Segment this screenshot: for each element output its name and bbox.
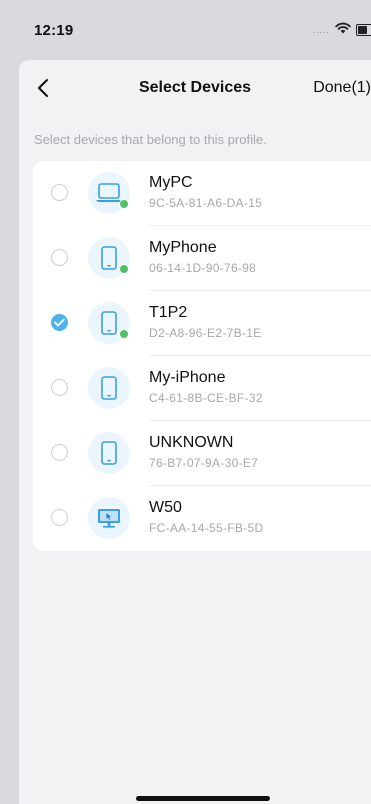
device-name: T1P2: [149, 304, 188, 321]
device-name: UNKNOWN: [149, 434, 234, 451]
device-name: MyPhone: [149, 239, 217, 256]
radio-button[interactable]: [51, 249, 68, 266]
device-mac: 76-B7-07-9A-30-E7: [149, 456, 259, 470]
signal-icon: .....: [312, 25, 330, 35]
device-mac: C4-61-8B-CE-BF-32: [149, 391, 263, 405]
online-status-dot: [119, 199, 129, 209]
nav-bar: Select Devices Done(1): [19, 60, 371, 116]
device-mac: FC-AA-14-55-FB-5D: [149, 521, 264, 535]
phone-icon: [88, 237, 130, 279]
laptop-icon: [88, 172, 130, 214]
device-mac: 06-14-1D-90-76-98: [149, 261, 257, 275]
status-icons: .....: [312, 22, 371, 38]
radio-button-checked[interactable]: [51, 314, 68, 331]
device-row[interactable]: T1P2 D2-A8-96-E2-7B-1E: [33, 291, 371, 356]
monitor-icon: [88, 497, 130, 539]
device-name: MyPC: [149, 174, 193, 191]
phone-icon: [88, 432, 130, 474]
checkmark-icon: [54, 318, 65, 327]
device-mac: D2-A8-96-E2-7B-1E: [149, 326, 262, 340]
device-row[interactable]: UNKNOWN 76-B7-07-9A-30-E7: [33, 421, 371, 486]
done-button[interactable]: Done(1): [313, 79, 371, 97]
home-indicator[interactable]: [136, 796, 270, 801]
device-row[interactable]: MyPC 9C-5A-81-A6-DA-15: [33, 161, 371, 226]
status-time: 12:19: [34, 22, 74, 39]
device-row[interactable]: My-iPhone C4-61-8B-CE-BF-32: [33, 356, 371, 421]
phone-icon: [88, 367, 130, 409]
device-row[interactable]: W50 FC-AA-14-55-FB-5D: [33, 486, 371, 551]
battery-icon: [356, 24, 371, 36]
wifi-icon: [335, 21, 351, 39]
radio-button[interactable]: [51, 184, 68, 201]
device-name: W50: [149, 499, 182, 516]
radio-button[interactable]: [51, 509, 68, 526]
device-list: MyPC 9C-5A-81-A6-DA-15 MyPhone 06-14-1D-…: [33, 161, 371, 551]
phone-icon: [88, 302, 130, 344]
radio-button[interactable]: [51, 379, 68, 396]
select-devices-sheet: Select Devices Done(1) Select devices th…: [19, 60, 371, 804]
device-row[interactable]: MyPhone 06-14-1D-90-76-98: [33, 226, 371, 291]
online-status-dot: [119, 264, 129, 274]
online-status-dot: [119, 329, 129, 339]
hint-text: Select devices that belong to this profi…: [34, 132, 267, 147]
status-bar: 12:19 .....: [0, 0, 371, 60]
device-mac: 9C-5A-81-A6-DA-15: [149, 196, 263, 210]
radio-button[interactable]: [51, 444, 68, 461]
device-name: My-iPhone: [149, 369, 226, 386]
